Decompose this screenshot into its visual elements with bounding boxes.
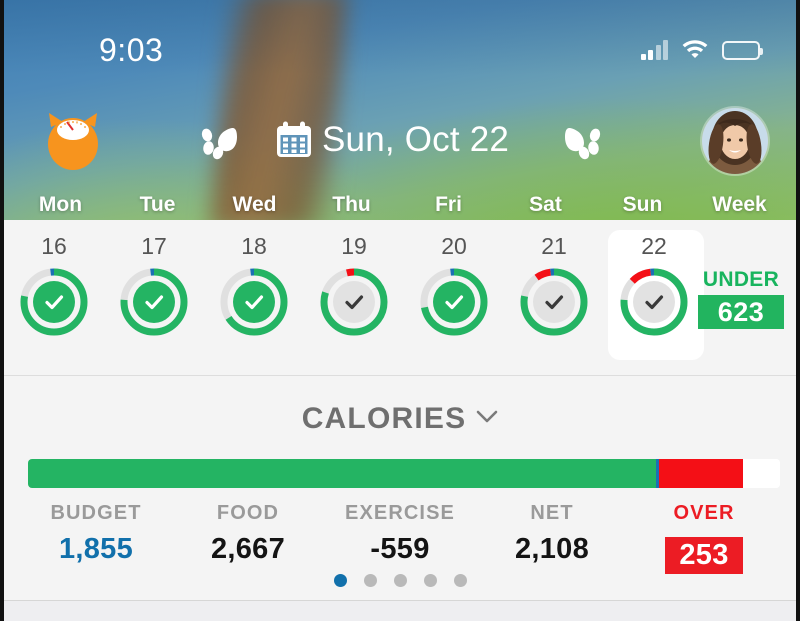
day-ring-check-icon	[633, 281, 675, 323]
day-ring-22[interactable]: 22	[604, 220, 704, 375]
footer-strip	[4, 601, 796, 621]
day-ring-check-icon	[133, 281, 175, 323]
stat-food: FOOD 2,667	[172, 501, 324, 574]
cellular-signal-icon	[640, 40, 668, 60]
weekday-tab-thu[interactable]: Thu	[303, 192, 400, 218]
day-ring-check-icon	[433, 281, 475, 323]
weekday-tab-fri[interactable]: Fri	[400, 192, 497, 218]
page-dot-4[interactable]	[423, 574, 437, 587]
progress-segment-over	[658, 459, 744, 488]
day-ring-20[interactable]: 20	[404, 220, 504, 375]
day-ring-arc	[218, 266, 290, 338]
current-date-label[interactable]: Sun, Oct 22	[322, 110, 509, 170]
weekday-tab-sun[interactable]: Sun	[594, 192, 691, 218]
under-budget-badge: UNDER 623	[698, 268, 784, 329]
calories-panel: CALORIES BUDGET 1,855 FOOD 2,667 EXERCISE -55…	[4, 376, 796, 600]
stat-label: BUDGET	[50, 502, 142, 524]
day-ring-date-label: 17	[141, 233, 167, 259]
paw-previous-icon[interactable]	[196, 120, 242, 164]
stat-exercise: EXERCISE -559	[324, 501, 476, 574]
weekday-tab-week[interactable]: Week	[691, 192, 788, 218]
loseit-cat-scale-logo-icon[interactable]	[41, 111, 105, 173]
day-ring-check-icon	[233, 281, 275, 323]
day-ring-arc	[118, 266, 190, 338]
stat-net: NET 2,108	[476, 501, 628, 574]
stat-value: 1,855	[58, 533, 134, 565]
stat-value: 2,667	[210, 533, 286, 565]
stat-label: EXERCISE	[345, 502, 455, 524]
day-ring-arc	[18, 266, 90, 338]
stat-value-boxed: 253	[665, 537, 743, 574]
calories-panel-header[interactable]: CALORIES	[4, 376, 796, 436]
day-ring-16[interactable]: 16	[4, 220, 104, 375]
progress-segment-remaining	[743, 459, 780, 488]
page-dot-3[interactable]	[393, 574, 407, 587]
day-ring-arc	[518, 266, 590, 338]
calendar-icon[interactable]	[274, 120, 314, 160]
stat-value: 253	[628, 530, 780, 574]
day-ring-date-label: 19	[341, 233, 367, 259]
phone-screenshot: 9:03 Sun, Oct 22 Mon Tue Wed Thu Fri Sat…	[0, 0, 800, 621]
day-ring-arc	[318, 266, 390, 338]
stat-label: FOOD	[216, 502, 280, 524]
chevron-down-icon[interactable]	[476, 410, 498, 429]
calories-stats-row: BUDGET 1,855 FOOD 2,667 EXERCISE -559 NET 2,108…	[4, 501, 796, 574]
under-badge-value: 623	[698, 295, 784, 329]
stat-budget: BUDGET 1,855	[20, 501, 172, 574]
day-ring-date-label: 20	[441, 233, 467, 259]
stat-label: OVER	[673, 502, 735, 524]
day-ring-arc	[418, 266, 490, 338]
weekday-tabs: Mon Tue Wed Thu Fri Sat Sun Week	[4, 192, 796, 218]
weekday-tab-tue[interactable]: Tue	[109, 192, 206, 218]
weekday-tab-mon[interactable]: Mon	[12, 192, 109, 218]
stat-value: -559	[370, 533, 430, 565]
paw-next-icon[interactable]	[560, 120, 606, 164]
status-bar: 9:03	[4, 30, 796, 70]
calories-progress-bar	[28, 459, 780, 488]
day-ring-date-label: 16	[41, 233, 67, 259]
page-dot-1[interactable]	[333, 574, 347, 587]
calories-title: CALORIES	[301, 402, 467, 435]
day-ring-19[interactable]: 19	[304, 220, 404, 375]
day-ring-arc	[618, 266, 690, 338]
page-dot-5[interactable]	[453, 574, 467, 587]
date-navigation-row: Sun, Oct 22	[4, 108, 796, 180]
day-ring-date-label: 18	[241, 233, 267, 259]
stat-over: OVER 253	[628, 501, 780, 574]
day-ring-17[interactable]: 17	[104, 220, 204, 375]
battery-icon	[722, 40, 763, 60]
status-bar-clock: 9:03	[99, 32, 164, 68]
stat-value: 2,108	[514, 533, 590, 565]
user-avatar[interactable]	[702, 108, 768, 174]
wifi-icon	[681, 37, 709, 63]
day-rings-list: 16 17 18 19 20 21 22	[4, 220, 704, 375]
day-ring-18[interactable]: 18	[204, 220, 304, 375]
day-ring-check-icon	[533, 281, 575, 323]
day-ring-date-label: 22	[641, 233, 667, 259]
day-ring-check-icon	[33, 281, 75, 323]
status-bar-icons	[640, 34, 763, 66]
day-ring-date-label: 21	[541, 233, 567, 259]
weekday-tab-sat[interactable]: Sat	[497, 192, 594, 218]
stat-label: NET	[530, 502, 574, 524]
under-badge-label: UNDER	[702, 268, 780, 291]
page-indicator-dots	[4, 574, 796, 587]
app-header: 9:03 Sun, Oct 22 Mon Tue Wed Thu Fri Sat…	[4, 0, 796, 220]
day-ring-21[interactable]: 21	[504, 220, 604, 375]
weekday-tab-wed[interactable]: Wed	[206, 192, 303, 218]
day-progress-rings-row: 16 17 18 19 20 21 22 UNDER 623	[4, 220, 796, 376]
progress-segment-consumed	[28, 459, 656, 488]
day-ring-check-icon	[333, 281, 375, 323]
page-dot-2[interactable]	[363, 574, 377, 587]
